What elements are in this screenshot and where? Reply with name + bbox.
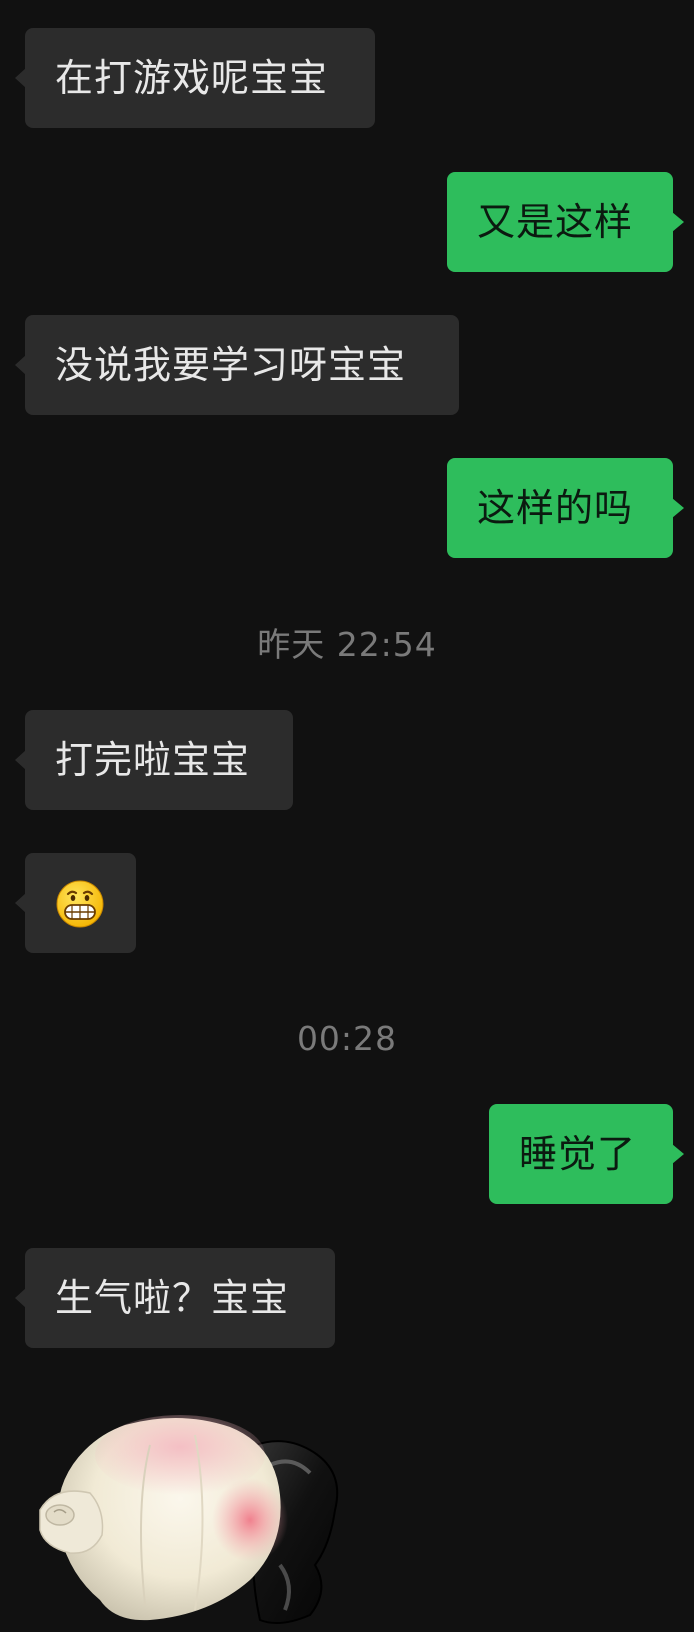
- garlic-bulb-sticker[interactable]: [30, 1415, 370, 1628]
- message-text: 打完啦宝宝: [55, 738, 251, 782]
- outgoing-message-bubble[interactable]: 这样的吗: [447, 458, 684, 558]
- incoming-message-bubble[interactable]: 没说我要学习呀宝宝: [15, 315, 459, 415]
- chat-thread: 在打游戏呢宝宝 又是这样 没说我要学习呀宝宝 这样的吗 昨天 22:54 打完啦…: [0, 0, 694, 1628]
- outgoing-message-bubble[interactable]: 睡觉了: [489, 1104, 684, 1204]
- message-text: 这样的吗: [477, 486, 634, 530]
- message-text: 生气啦？宝宝: [55, 1276, 290, 1320]
- incoming-message-bubble[interactable]: 生气啦？宝宝: [15, 1248, 335, 1348]
- incoming-emoji-bubble[interactable]: [15, 853, 136, 953]
- message-text: 没说我要学习呀宝宝: [55, 343, 407, 387]
- outgoing-message-bubble[interactable]: 又是这样: [447, 172, 684, 272]
- sticker-image: [39, 1415, 339, 1625]
- message-text: 又是这样: [477, 200, 634, 244]
- message-text: 睡觉了: [519, 1132, 637, 1176]
- incoming-message-bubble[interactable]: 打完啦宝宝: [15, 710, 293, 810]
- message-text: 在打游戏呢宝宝: [55, 56, 329, 100]
- timestamp-divider: 昨天 22:54: [257, 625, 437, 664]
- incoming-message-bubble[interactable]: 在打游戏呢宝宝: [15, 28, 375, 128]
- grinning-face-icon: [56, 880, 104, 928]
- timestamp-divider: 00:28: [296, 1019, 398, 1058]
